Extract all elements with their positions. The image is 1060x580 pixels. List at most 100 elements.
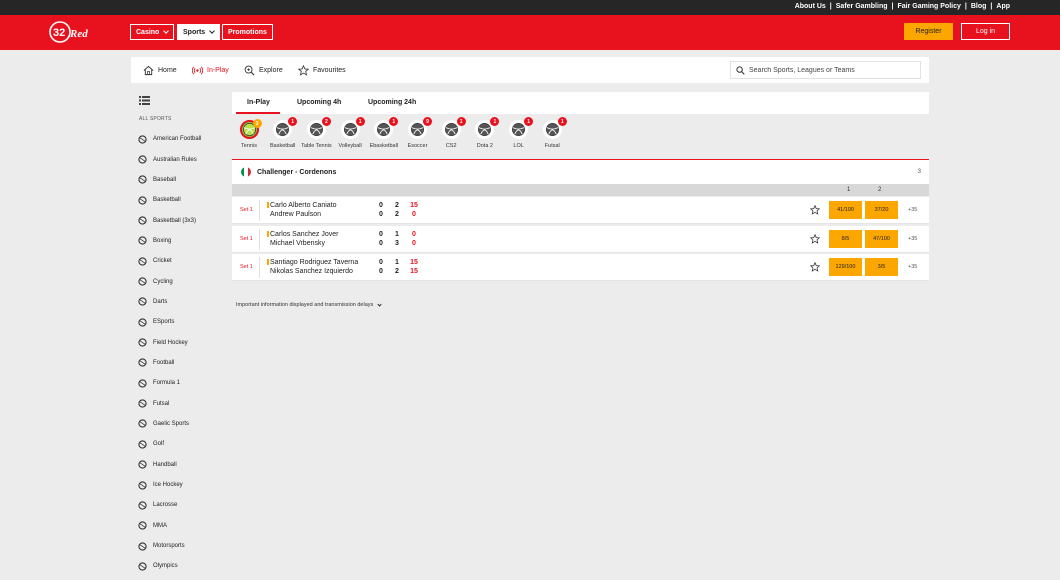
match-row[interactable]: Set 1 Carlos Sanchez Jover Michael Vrbensk… (232, 225, 929, 253)
blog-link[interactable]: Blog (971, 3, 987, 10)
sport-filter-basketball[interactable]: 1 Basketball (268, 117, 298, 149)
sport-filter-volleyball[interactable]: 1 Volleyball (335, 117, 365, 149)
subnav-in-play-label: In-Play (207, 67, 229, 74)
sport-filter-tennis[interactable]: 3 Tennis (234, 119, 264, 149)
odds-button-1[interactable]: 8/5 (829, 229, 862, 248)
sidebar-item[interactable]: Formula 1 (137, 373, 201, 393)
sidebar-item[interactable]: ESports (137, 312, 201, 332)
player-2-score: 0 (412, 211, 416, 218)
main-header: 32 Red Casino Sports Promotions Register… (0, 15, 1060, 50)
sidebar-item[interactable]: Cricket (137, 251, 201, 271)
player-2-score: 0 (379, 211, 383, 218)
brand-logo[interactable]: 32 Red (48, 20, 98, 44)
sidebar-item[interactable]: Handball (137, 455, 201, 475)
sport-filter-icon: 1 (542, 117, 567, 139)
sidebar-item[interactable]: Motorsports (137, 536, 201, 556)
favourite-star-icon[interactable] (810, 205, 820, 215)
sport-filter-icon: 1 (475, 117, 500, 139)
sport-filter-lol[interactable]: 1 LOL (504, 117, 534, 149)
odds-button-1[interactable]: 129/100 (829, 258, 862, 276)
more-markets-link[interactable]: +35 (908, 207, 917, 213)
serve-indicator (267, 259, 269, 265)
sport-filter-table-tennis[interactable]: 2 Table Tennis (301, 117, 332, 149)
match-row[interactable]: Set 1 Carlo Alberto Caniato Andrew Paulson… (232, 197, 929, 224)
set-indicator: Set 1 (240, 207, 253, 213)
sidebar-item-label: American Football (153, 136, 202, 143)
player-2-name: Nikolas Sanchez Izquierdo (270, 268, 353, 275)
serve-indicator (267, 202, 269, 208)
player-1-score: 0 (379, 230, 383, 238)
menu-list-icon[interactable] (139, 95, 150, 106)
sidebar-item-label: ESports (153, 319, 175, 326)
sports-nav-button[interactable]: Sports (177, 24, 221, 40)
info-disclosure[interactable]: Important information displayed and tran… (236, 301, 382, 308)
search-input[interactable] (749, 66, 909, 74)
sidebar-item[interactable]: Gaelic Sports (137, 414, 201, 434)
fair-gaming-link[interactable]: Fair Gaming Policy (897, 3, 960, 10)
app-link[interactable]: App (996, 3, 1010, 10)
sport-filter-esoccer[interactable]: 9 Esoccer (403, 117, 433, 149)
sidebar-item[interactable]: Field Hockey (137, 332, 201, 352)
sidebar-item[interactable]: American Football (137, 129, 201, 149)
sidebar-item[interactable]: Football (137, 353, 201, 373)
sidebar-item[interactable]: Ice Hockey (137, 475, 201, 495)
login-button[interactable]: Log in (961, 23, 1010, 40)
serve-indicator (267, 230, 269, 237)
sidebar-item[interactable]: Boxing (137, 231, 201, 251)
sidebar-item[interactable]: Olympics (137, 556, 201, 576)
subnav-favourites[interactable]: Favourites (298, 65, 346, 76)
subnav-in-play[interactable]: In-Play (192, 65, 229, 76)
separator: | (964, 3, 967, 10)
sport-filter-label: Ebasketball (369, 143, 399, 149)
favourite-star-icon[interactable] (810, 262, 820, 272)
search-box[interactable] (730, 61, 921, 79)
sidebar-item[interactable]: MMA (137, 516, 201, 536)
count-badge: 2 (321, 117, 331, 126)
sport-filter-cs2[interactable]: 1 CS2 (436, 117, 466, 149)
sidebar-item[interactable]: Basketball (3x3) (137, 210, 201, 230)
promotions-nav-label: Promotions (228, 28, 267, 36)
sidebar-item[interactable]: Basketball (137, 190, 201, 210)
sport-filter-futsal[interactable]: 1 Futsal (537, 117, 567, 149)
promotions-nav-button[interactable]: Promotions (222, 24, 273, 40)
sidebar-item[interactable]: Golf (137, 434, 201, 454)
tab-in-play[interactable]: In-Play (247, 99, 270, 106)
sport-icon (137, 256, 147, 266)
sport-filter-icon: 1 (509, 117, 534, 139)
sidebar-item[interactable]: Lacrosse (137, 495, 201, 515)
more-markets-link[interactable]: +35 (908, 264, 917, 270)
odds-button-2[interactable]: 3/5 (865, 258, 898, 276)
player-1-name: Santiago Rodriguez Taverna (270, 259, 359, 266)
sidebar-item[interactable]: Cycling (137, 271, 201, 291)
tab-upcoming-24h[interactable]: Upcoming 24h (368, 99, 416, 106)
italy-flag-icon (241, 167, 251, 177)
sport-filter-label: CS2 (445, 143, 457, 149)
search-icon (736, 65, 745, 75)
odds-button-2[interactable]: 47/100 (865, 229, 898, 248)
competition-header[interactable]: Challenger - Cordenons 3 (232, 160, 929, 184)
sport-filter-ebasketball[interactable]: 1 Ebasketball (369, 117, 399, 149)
sidebar-item[interactable]: Futsal (137, 393, 201, 413)
sports-list: American Football Australian Rules Basebal… (137, 129, 201, 577)
subnav-home[interactable]: Home (143, 65, 177, 76)
more-markets-link[interactable]: +35 (908, 236, 917, 242)
count-badge: 9 (423, 117, 432, 126)
tab-upcoming-4h[interactable]: Upcoming 4h (297, 99, 341, 106)
sport-icon (137, 236, 147, 246)
player-1-score: 2 (395, 202, 399, 209)
count-badge: 3 (252, 119, 262, 128)
about-us-link[interactable]: About Us (795, 3, 826, 10)
safer-gambling-link[interactable]: Safer Gambling (836, 3, 888, 10)
sport-filter-dota-2[interactable]: 1 Dota 2 (470, 117, 500, 149)
odds-button-1[interactable]: 41/100 (829, 201, 862, 219)
sidebar-item-label: Baseball (153, 176, 177, 183)
favourite-star-icon[interactable] (810, 233, 820, 244)
odds-button-2[interactable]: 37/20 (865, 201, 898, 219)
sidebar-item[interactable]: Darts (137, 292, 201, 312)
casino-nav-button[interactable]: Casino (130, 24, 175, 40)
register-button[interactable]: Register (904, 23, 953, 40)
match-row[interactable]: Set 1 Santiago Rodriguez Taverna Nikolas S… (232, 254, 929, 281)
sidebar-item[interactable]: Australian Rules (137, 149, 201, 169)
sidebar-item[interactable]: Baseball (137, 170, 201, 190)
subnav-explore[interactable]: Explore (244, 65, 283, 76)
